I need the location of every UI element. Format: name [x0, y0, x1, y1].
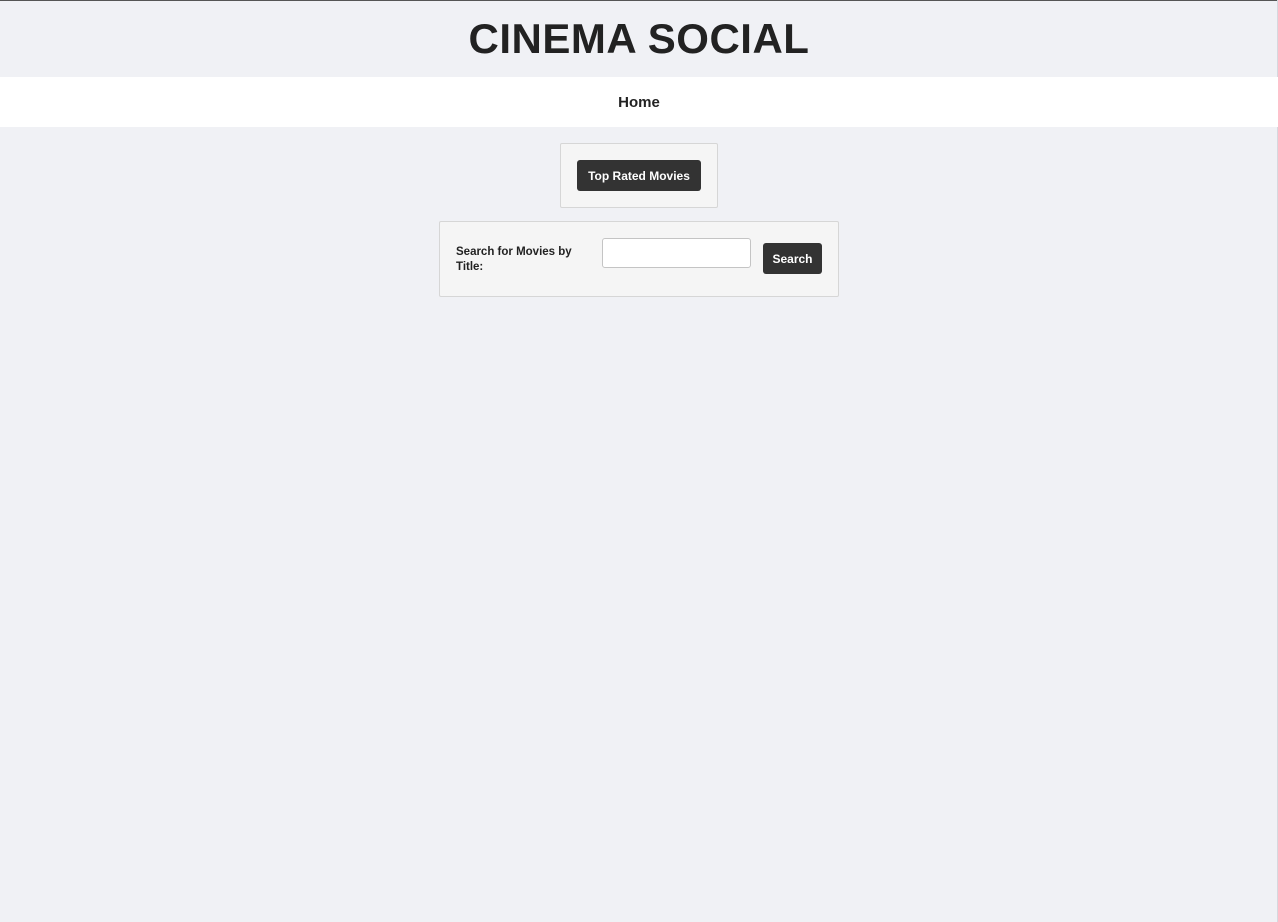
- top-rated-movies-button[interactable]: Top Rated Movies: [577, 160, 701, 191]
- main-nav: Home: [0, 77, 1278, 127]
- search-label: Search for Movies by Title:: [456, 246, 572, 273]
- search-panel: Search for Movies by Title: Search: [439, 221, 839, 297]
- nav-home-link[interactable]: Home: [618, 94, 660, 111]
- app-title: CINEMA SOCIAL: [468, 15, 810, 62]
- site-header: CINEMA SOCIAL: [0, 1, 1278, 77]
- search-input[interactable]: [602, 238, 751, 268]
- top-rated-panel: Top Rated Movies: [560, 143, 718, 208]
- search-button[interactable]: Search: [763, 243, 822, 274]
